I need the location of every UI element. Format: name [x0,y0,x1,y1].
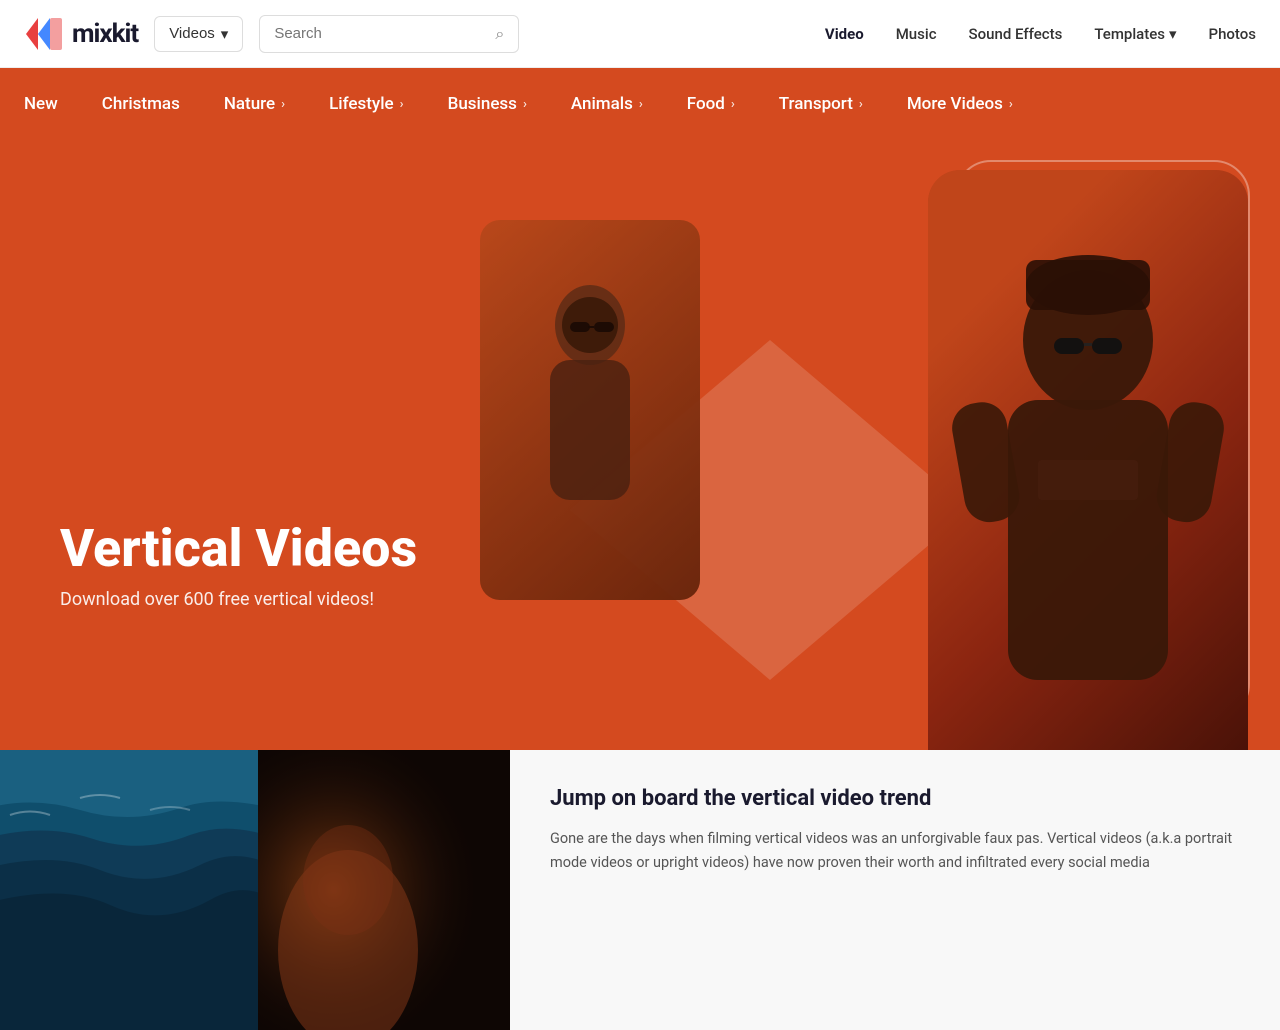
nav-templates-label: Templates [1094,25,1165,43]
cat-animals[interactable]: Animals › [549,68,665,140]
nav-music[interactable]: Music [896,25,937,43]
header: mixkit Videos ▾ ⌕ Video Music Sound Effe… [0,0,1280,68]
cat-nature-label: Nature [224,94,275,114]
cat-nature[interactable]: Nature › [202,68,307,140]
video-thumb-neon[interactable] [258,750,510,1030]
search-icon: ⌕ [495,24,504,44]
cat-lifestyle-label: Lifestyle [329,94,394,114]
logo-icon [24,14,64,54]
cat-food-label: Food [687,94,725,114]
cat-business-label: Business [448,94,517,114]
cat-food[interactable]: Food › [665,68,757,140]
bottom-section: Jump on board the vertical video trend G… [0,750,1280,1030]
cat-lifestyle[interactable]: Lifestyle › [307,68,426,140]
cat-transport-label: Transport [779,94,853,114]
nav-sound-effects[interactable]: Sound Effects [969,25,1063,43]
article-title: Jump on board the vertical video trend [550,786,1240,811]
cat-transport[interactable]: Transport › [757,68,885,140]
videos-dropdown-label: Videos [169,25,215,42]
hero-image-main [928,170,1248,750]
cat-more[interactable]: More Videos › [885,68,1035,140]
cat-new-label: New [24,94,58,114]
video-thumbnails [0,750,510,1030]
cat-animals-chevron: › [639,97,643,112]
hero-subtitle: Download over 600 free vertical videos! [60,589,417,610]
main-nav: Video Music Sound Effects Templates ▾ Ph… [825,25,1256,43]
neon-svg [258,750,510,1030]
ocean-svg [0,750,258,1030]
cat-new[interactable]: New [20,68,80,140]
cat-christmas[interactable]: Christmas [80,68,202,140]
cat-lifestyle-chevron: › [400,97,404,112]
cat-transport-chevron: › [859,97,863,112]
logo[interactable]: mixkit [24,14,138,54]
search-input[interactable] [274,25,487,42]
hero-text-block: Vertical Videos Download over 600 free v… [60,520,417,610]
cat-christmas-label: Christmas [102,94,180,114]
dropdown-arrow-icon: ▾ [221,25,229,43]
logo-wordmark: mixkit [72,19,138,49]
search-container: ⌕ [259,15,519,53]
nav-templates[interactable]: Templates ▾ [1094,25,1176,43]
cat-more-chevron: › [1009,97,1013,112]
article-body: Gone are the days when filming vertical … [550,827,1240,875]
cat-animals-label: Animals [571,94,633,114]
article-section: Jump on board the vertical video trend G… [510,750,1280,1030]
hero-image-secondary [480,220,700,600]
cat-more-label: More Videos [907,94,1003,114]
hero-section: Vertical Videos Download over 600 free v… [0,140,1280,750]
cat-business[interactable]: Business › [426,68,549,140]
cat-nature-chevron: › [281,97,285,112]
category-nav: New Christmas Nature › Lifestyle › Busin… [0,68,1280,140]
cat-food-chevron: › [731,97,735,112]
nav-video[interactable]: Video [825,25,864,43]
templates-arrow-icon: ▾ [1169,25,1177,43]
video-thumb-ocean[interactable] [0,750,258,1030]
person-silhouette-secondary [520,270,660,550]
person-main-silhouette [948,180,1228,740]
hero-title: Vertical Videos [60,520,417,577]
cat-business-chevron: › [523,97,527,112]
nav-photos[interactable]: Photos [1209,25,1256,43]
videos-dropdown-button[interactable]: Videos ▾ [154,16,243,52]
